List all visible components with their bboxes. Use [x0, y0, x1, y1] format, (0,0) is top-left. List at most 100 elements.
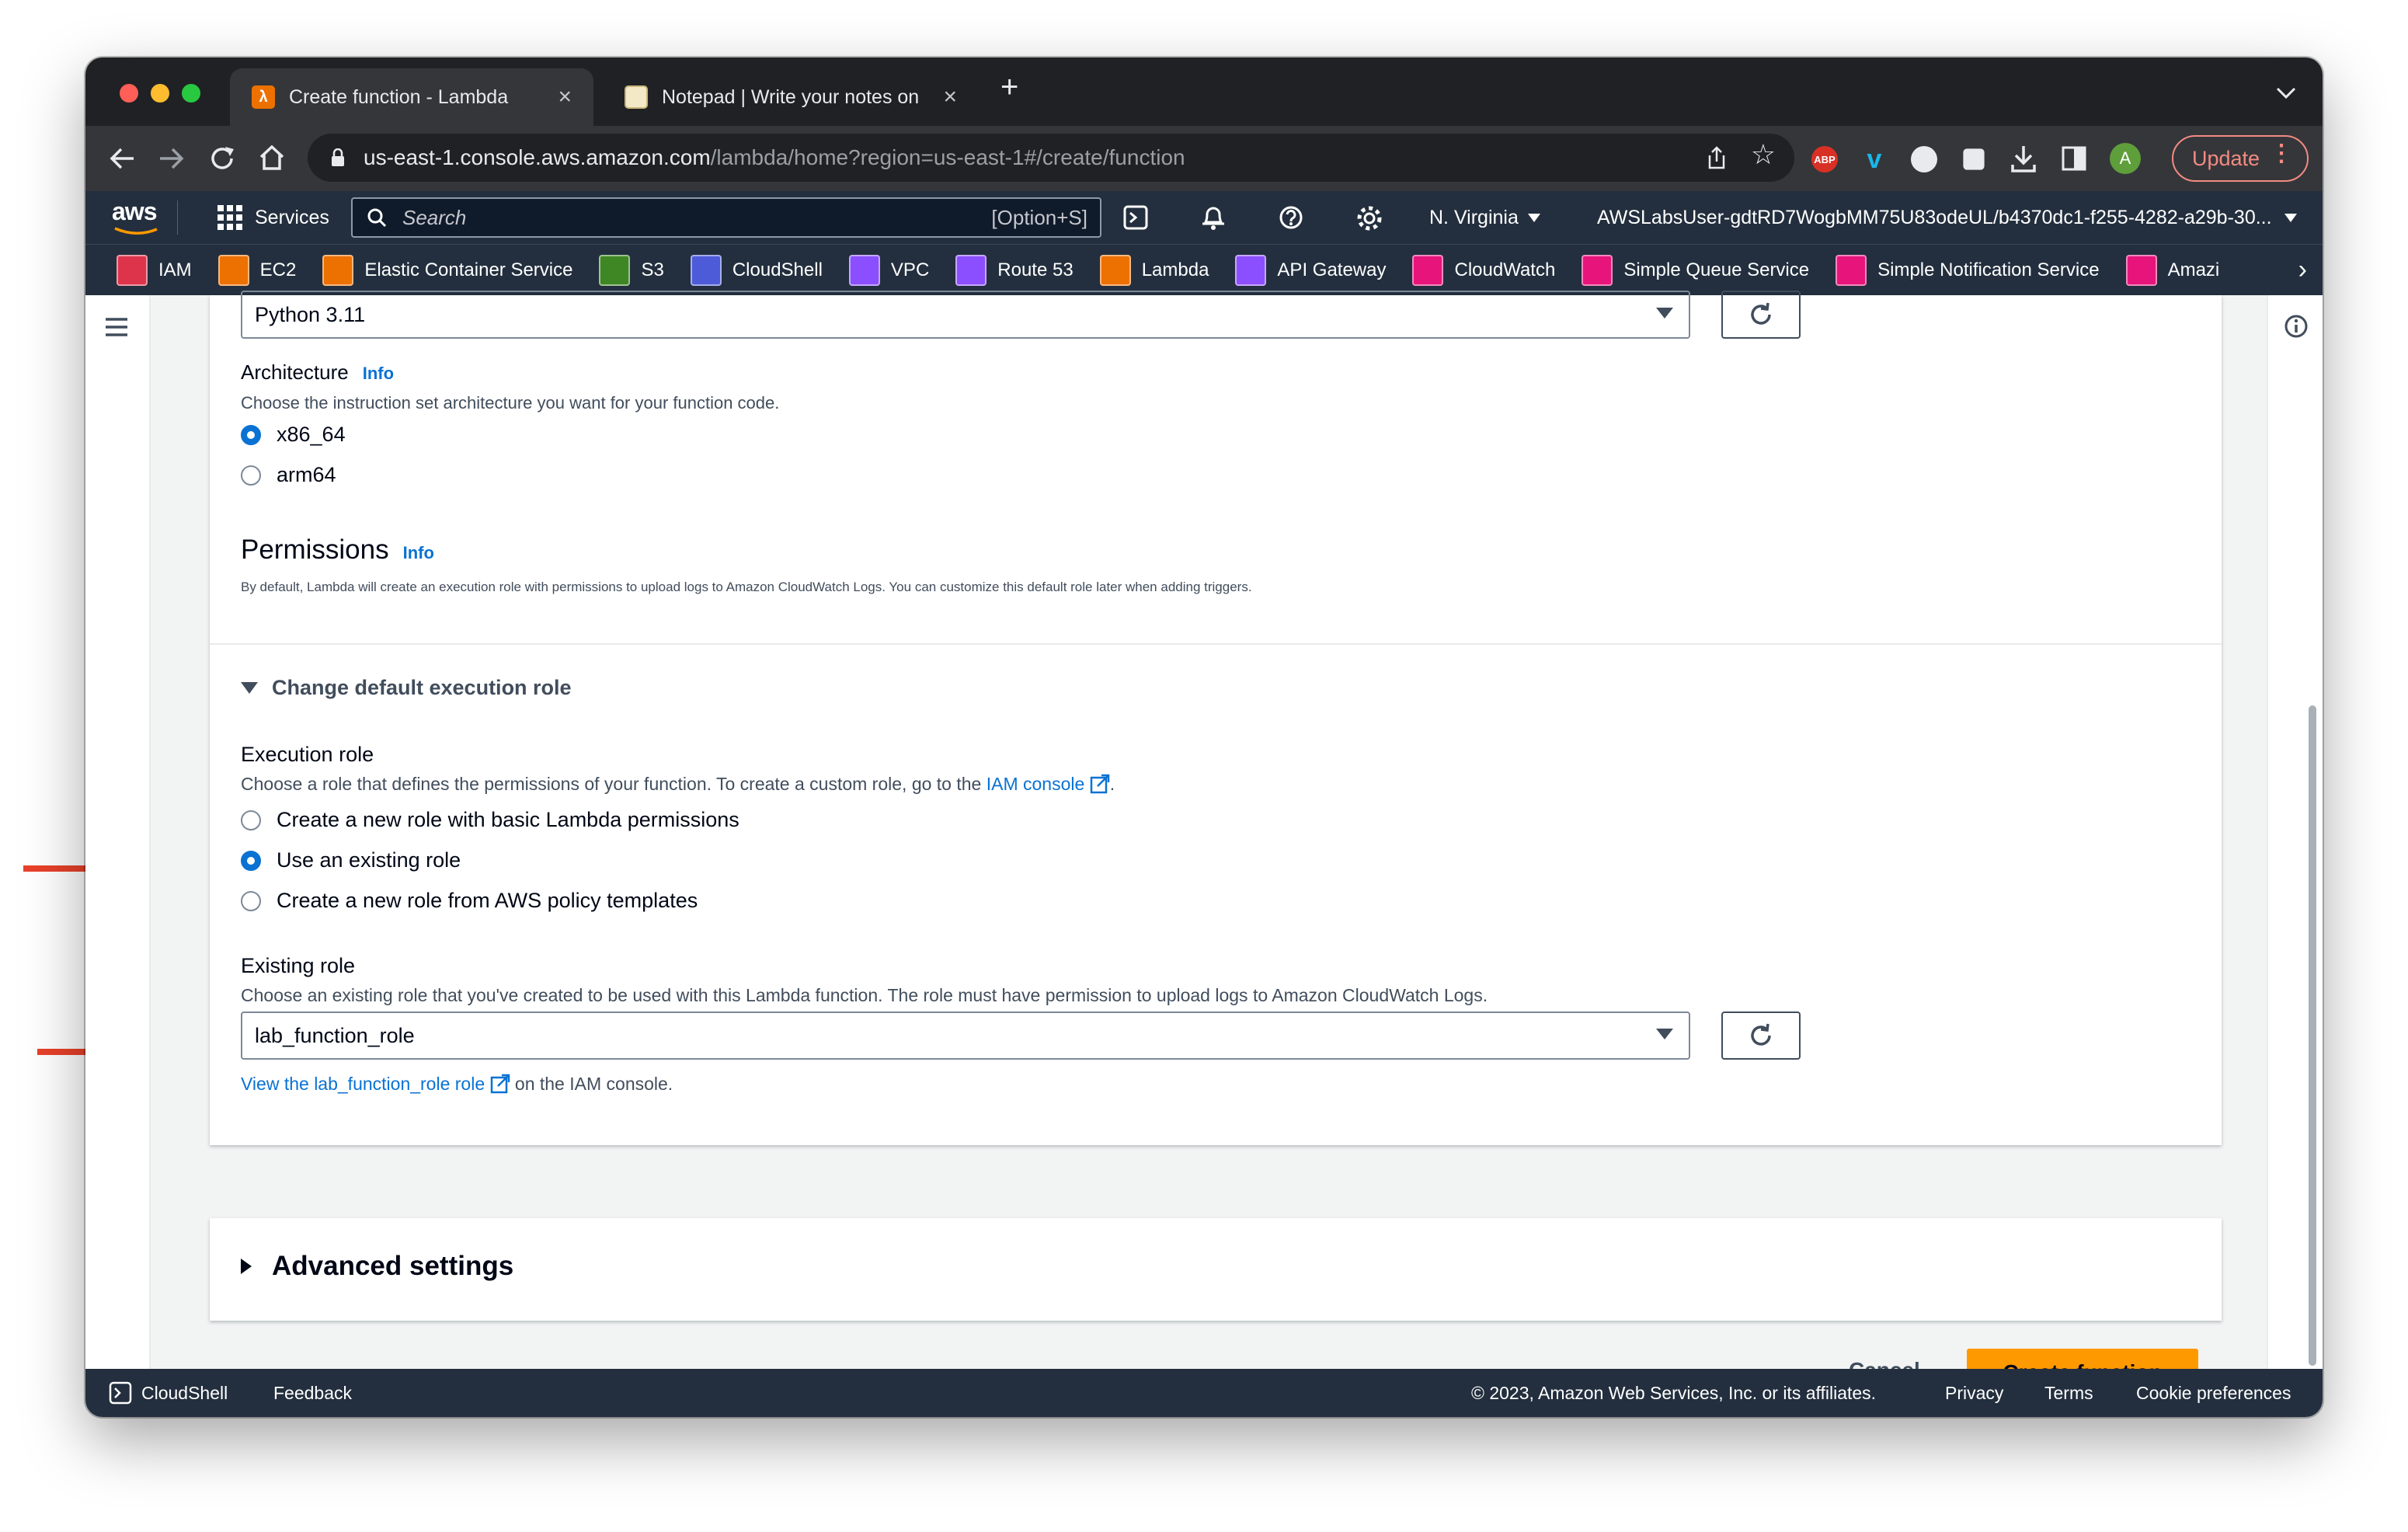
adblock-extension-icon[interactable]: ABP [1811, 146, 1838, 172]
advanced-settings-section[interactable]: Advanced settings [210, 1218, 2222, 1321]
bookmark-label: VPC [890, 259, 930, 280]
view-role-link[interactable]: View the lab_function_role role [241, 1074, 485, 1094]
address-bar[interactable]: us-east-1.console.aws.amazon.com/lambda/… [308, 134, 1794, 182]
bookmark-elastic-container-service[interactable]: Elastic Container Service [322, 254, 572, 286]
radio-arm64[interactable]: arm64 [241, 463, 336, 487]
footer-terms-link[interactable]: Terms [2044, 1383, 2093, 1404]
tab-notepad[interactable]: Notepad | Write your notes on × [603, 68, 979, 126]
radio-x86_64[interactable]: x86_64 [241, 423, 346, 447]
service-icon [848, 254, 880, 286]
region-selector[interactable]: N. Virginia [1429, 207, 1540, 229]
profile-initial: A [2119, 148, 2131, 168]
share-icon[interactable] [1706, 146, 1728, 171]
existing-role-label: Existing role [241, 954, 356, 977]
more-menu-icon[interactable]: ⋮ [2270, 140, 2293, 167]
bookmark-s3[interactable]: S3 [599, 254, 664, 286]
search-input[interactable]: Search [Option+S] [351, 197, 1101, 238]
bookmark-label: IAM [158, 259, 192, 280]
bookmark-iam[interactable]: IAM [117, 254, 192, 286]
forward-icon[interactable] [158, 146, 185, 171]
iam-console-link[interactable]: IAM console [987, 774, 1085, 794]
refresh-icon [1751, 1023, 1771, 1046]
execution-role-description: Choose a role that defines the permissio… [241, 774, 1115, 795]
footer-feedback-link[interactable]: Feedback [273, 1383, 352, 1404]
account-menu[interactable]: AWSLabsUser-gdtRD7WogbMM75U83odeUL/b4370… [1597, 207, 2297, 229]
permissions-info-link[interactable]: Info [403, 543, 434, 562]
bookmark-label: EC2 [259, 259, 297, 280]
view-role-suffix: on the IAM console. [514, 1074, 673, 1094]
close-window-button[interactable] [120, 84, 138, 103]
cloudshell-icon[interactable] [1123, 205, 1148, 230]
back-icon[interactable] [109, 146, 135, 171]
hamburger-menu-icon[interactable] [104, 317, 129, 337]
bookmark-amazi[interactable]: Amazi [2125, 254, 2220, 286]
footer-cloudshell-button[interactable]: CloudShell [109, 1381, 228, 1405]
close-tab-icon[interactable]: × [558, 84, 572, 110]
vimeo-extension-icon[interactable]: v [1861, 146, 1888, 172]
architecture-info-link[interactable]: Info [363, 364, 394, 383]
info-panel-icon[interactable] [2284, 314, 2309, 339]
radio-use-existing-role[interactable]: Use an existing role [241, 848, 461, 872]
radio-label: Use an existing role [277, 848, 461, 872]
execution-role-label: Execution role [241, 743, 374, 766]
region-label: N. Virginia [1429, 207, 1519, 228]
radio-create-basic-role[interactable]: Create a new role with basic Lambda perm… [241, 808, 739, 832]
bookmark-label: Amazi [2167, 259, 2220, 280]
scrollbar[interactable] [2309, 705, 2316, 1366]
update-button[interactable]: Update ⋮ [2172, 135, 2309, 182]
architecture-description: Choose the instruction set architecture … [241, 393, 780, 413]
advanced-settings-label: Advanced settings [272, 1251, 514, 1281]
tab-lambda[interactable]: λ Create function - Lambda × [230, 68, 593, 126]
home-icon[interactable] [258, 143, 286, 172]
change-default-role-toggle[interactable]: Change default execution role [241, 676, 572, 700]
zoom-window-button[interactable] [182, 84, 200, 103]
reload-icon[interactable] [208, 144, 236, 172]
tab-search-chevron-icon[interactable] [2276, 87, 2296, 99]
footer-cookie-preferences-link[interactable]: Cookie preferences [2136, 1383, 2291, 1404]
page-content: Python 3.11 Architecture Info Choose the … [85, 291, 2323, 1397]
existing-role-select[interactable]: lab_function_role [241, 1011, 1690, 1060]
bookmark-api-gateway[interactable]: API Gateway [1235, 254, 1386, 286]
bookmark-label: Simple Notification Service [1877, 259, 2100, 280]
runtime-select[interactable]: Python 3.11 [241, 291, 1690, 339]
bookmark-cloudwatch[interactable]: CloudWatch [1412, 254, 1555, 286]
bookmark-vpc[interactable]: VPC [848, 254, 930, 286]
aws-logo[interactable]: aws [112, 197, 163, 238]
bookmark-star-icon[interactable]: ☆ [1751, 138, 1776, 171]
menu-extension-icon[interactable] [1911, 146, 1937, 172]
account-label: AWSLabsUser-gdtRD7WogbMM75U83odeUL/b4370… [1597, 207, 2272, 228]
minimize-window-button[interactable] [151, 84, 169, 103]
runtime-value: Python 3.11 [255, 302, 366, 326]
advanced-settings-toggle[interactable]: Advanced settings [241, 1251, 513, 1282]
existing-role-refresh-button[interactable] [1721, 1011, 1801, 1060]
bookmark-lambda[interactable]: Lambda [1099, 254, 1209, 286]
radio-unchecked-icon [241, 890, 261, 911]
bookmark-simple-queue-service[interactable]: Simple Queue Service [1582, 254, 1809, 286]
profile-avatar[interactable]: A [2110, 143, 2141, 174]
browser-toolbar: us-east-1.console.aws.amazon.com/lambda/… [85, 126, 2323, 191]
radio-create-from-templates[interactable]: Create a new role from AWS policy templa… [241, 889, 698, 913]
services-menu-button[interactable]: Services [217, 205, 329, 230]
bookmark-route-53[interactable]: Route 53 [955, 254, 1074, 286]
footer-privacy-link[interactable]: Privacy [1945, 1383, 2003, 1404]
notifications-bell-icon[interactable] [1201, 204, 1226, 232]
permissions-heading: Permissions Info [241, 534, 434, 566]
extensions-puzzle-icon[interactable] [1963, 148, 1985, 170]
bookmark-ec2[interactable]: EC2 [217, 254, 297, 286]
downloads-icon[interactable] [2010, 144, 2037, 174]
bookmark-simple-notification-service[interactable]: Simple Notification Service [1836, 254, 2100, 286]
close-tab-icon[interactable]: × [943, 84, 957, 110]
help-icon[interactable] [1279, 205, 1303, 230]
runtime-refresh-button[interactable] [1721, 291, 1801, 339]
side-panel-icon[interactable] [2062, 146, 2086, 171]
cloudshell-icon [109, 1381, 132, 1405]
bookmark-label: Route 53 [997, 259, 1074, 280]
settings-gear-icon[interactable] [1356, 205, 1383, 232]
new-tab-icon[interactable]: + [1000, 57, 1018, 120]
bookmark-cloudshell[interactable]: CloudShell [690, 254, 823, 286]
architecture-label: Architecture [241, 360, 349, 384]
toggle-label: Change default execution role [272, 676, 572, 699]
right-rail [2267, 295, 2323, 1369]
permissions-description: By default, Lambda will create an execut… [241, 580, 1252, 594]
bookmarks-scroll-chevron-icon[interactable]: › [2298, 255, 2307, 285]
